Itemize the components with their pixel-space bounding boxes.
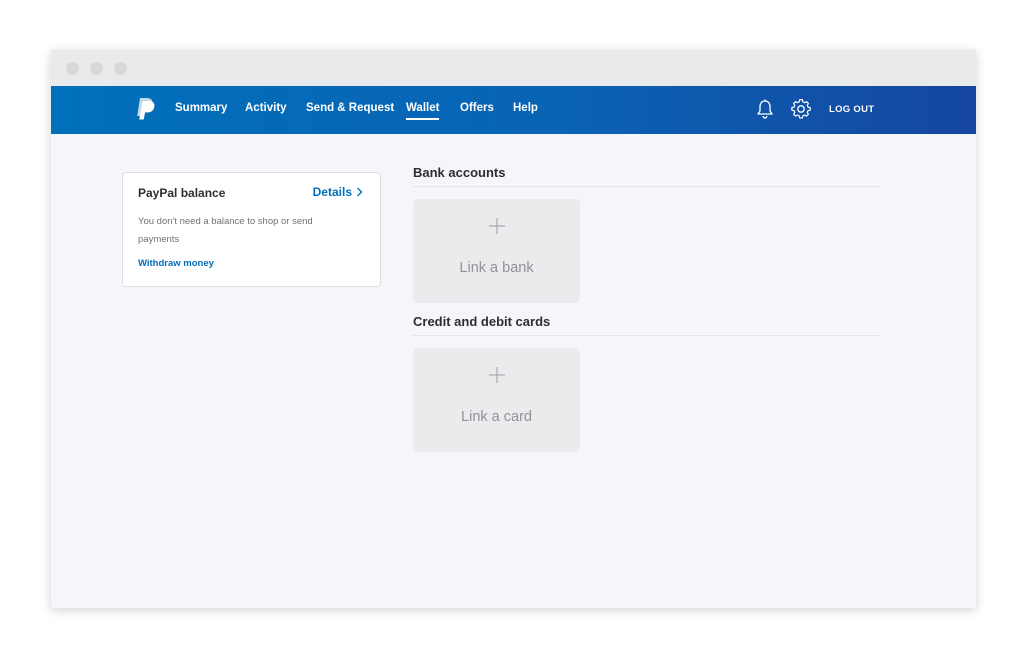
window-control-dot[interactable] [114, 62, 127, 75]
logout-button[interactable]: LOG OUT [829, 104, 874, 115]
plus-icon [489, 218, 505, 234]
nav-item-summary[interactable]: Summary [175, 102, 227, 114]
gear-icon[interactable] [790, 98, 812, 120]
link-card-label: Link a card [461, 409, 532, 425]
balance-description: You don't need a balance to shop or send… [138, 216, 313, 245]
link-card-tile[interactable]: Link a card [413, 348, 580, 452]
chevron-right-icon [357, 187, 363, 197]
top-navigation-bar: Summary Activity Send & Request Wallet O… [51, 86, 976, 134]
bell-icon[interactable] [754, 98, 776, 120]
window-control-dot[interactable] [90, 62, 103, 75]
details-link[interactable]: Details [313, 185, 363, 199]
window-control-dot[interactable] [66, 62, 79, 75]
withdraw-money-link[interactable]: Withdraw money [138, 258, 214, 269]
browser-window: Summary Activity Send & Request Wallet O… [51, 50, 976, 608]
nav-item-send-request[interactable]: Send & Request [306, 102, 394, 114]
nav-item-offers[interactable]: Offers [460, 102, 494, 114]
nav-item-activity[interactable]: Activity [245, 102, 287, 114]
plus-icon [489, 367, 505, 383]
section-divider [413, 186, 880, 187]
link-bank-tile[interactable]: Link a bank [413, 199, 580, 303]
bank-accounts-heading: Bank accounts [413, 165, 506, 180]
nav-item-wallet[interactable]: Wallet [406, 102, 440, 120]
window-chrome [51, 50, 976, 86]
paypal-logo-icon[interactable] [135, 97, 155, 121]
link-bank-label: Link a bank [459, 260, 534, 276]
details-label: Details [312, 185, 352, 199]
cards-heading: Credit and debit cards [413, 314, 551, 329]
paypal-balance-card: PayPal balance Details You don't need a … [122, 172, 381, 287]
balance-title: PayPal balance [138, 186, 226, 200]
section-divider [413, 335, 880, 336]
nav-item-help[interactable]: Help [513, 102, 538, 114]
